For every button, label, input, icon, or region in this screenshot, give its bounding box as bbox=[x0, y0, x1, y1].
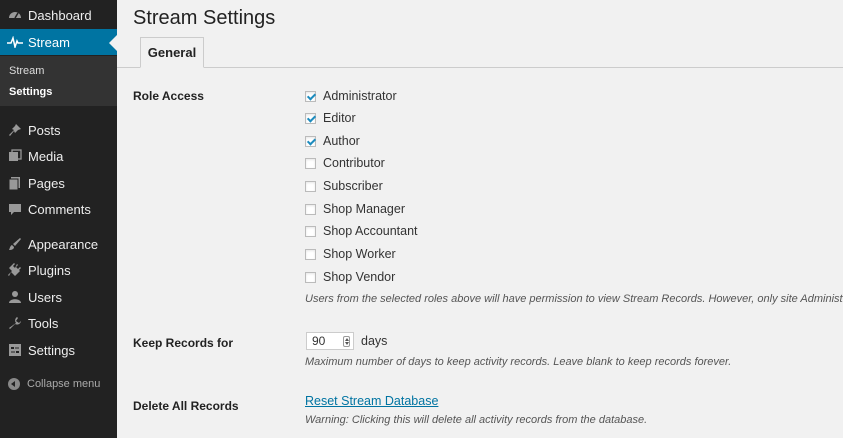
sidebar-item-appearance[interactable]: Appearance bbox=[0, 231, 117, 257]
sidebar-item-label: Plugins bbox=[28, 262, 71, 278]
delete-records-label: Delete All Records bbox=[133, 399, 239, 413]
submenu-item-stream[interactable]: Stream bbox=[9, 65, 44, 77]
sidebar-item-label: Pages bbox=[28, 175, 65, 191]
dashboard-icon bbox=[5, 5, 25, 25]
keep-records-label: Keep Records for bbox=[133, 336, 234, 350]
sidebar-item-comments[interactable]: Comments bbox=[0, 196, 117, 222]
role-checkbox-shop-vendor[interactable]: Shop Vendor bbox=[305, 268, 395, 286]
sidebar-item-posts[interactable]: Posts bbox=[0, 117, 117, 143]
role-label: Shop Vendor bbox=[323, 270, 396, 284]
plug-icon bbox=[5, 260, 25, 280]
role-label: Author bbox=[323, 134, 360, 148]
sidebar-item-label: Settings bbox=[28, 342, 75, 358]
pin-icon bbox=[5, 120, 25, 140]
role-label: Shop Manager bbox=[323, 202, 406, 216]
sidebar-item-label: Media bbox=[28, 148, 64, 164]
sidebar-item-settings[interactable]: Settings bbox=[0, 337, 117, 363]
checkbox-checked[interactable] bbox=[305, 112, 316, 124]
sidebar-item-media[interactable]: Media bbox=[0, 143, 117, 169]
sidebar-item-label: Users bbox=[28, 289, 62, 305]
role-checkbox-shop-worker[interactable]: Shop Worker bbox=[305, 245, 396, 263]
role-checkbox-author[interactable]: Author bbox=[305, 132, 360, 150]
sidebar-item-users[interactable]: Users bbox=[0, 284, 117, 310]
sidebar-item-dashboard[interactable]: Dashboard bbox=[0, 2, 117, 28]
sidebar-item-label: Comments bbox=[28, 201, 91, 217]
submenu-item-settings[interactable]: Settings bbox=[9, 86, 52, 98]
sidebar-item-label: Tools bbox=[28, 315, 59, 331]
role-label: Administrator bbox=[323, 89, 397, 103]
sidebar-item-label: Appearance bbox=[28, 236, 99, 252]
days-unit-label: days bbox=[361, 334, 388, 348]
stream-submenu: Stream Settings bbox=[0, 56, 117, 106]
pages-icon bbox=[5, 173, 25, 193]
collapse-menu-button[interactable]: Collapse menu bbox=[0, 374, 117, 394]
active-indicator bbox=[109, 35, 117, 51]
role-checkbox-shop-manager[interactable]: Shop Manager bbox=[305, 200, 405, 218]
admin-sidebar: Dashboard Stream Stream Settings Posts M… bbox=[0, 0, 117, 438]
role-label: Editor bbox=[323, 111, 356, 125]
checkbox-unchecked[interactable] bbox=[305, 157, 316, 169]
role-checkbox-shop-accountant[interactable]: Shop Accountant bbox=[305, 222, 418, 240]
sidebar-item-label: Dashboard bbox=[28, 7, 92, 23]
role-checkbox-administrator[interactable]: Administrator bbox=[305, 87, 397, 105]
spinner-arrows-icon[interactable] bbox=[343, 336, 350, 347]
keep-records-value: 90 bbox=[312, 334, 326, 348]
role-label: Subscriber bbox=[323, 179, 383, 193]
media-icon bbox=[5, 146, 25, 166]
tab-bar-divider bbox=[117, 67, 843, 68]
stream-pulse-icon bbox=[5, 32, 25, 52]
wrench-icon bbox=[5, 313, 25, 333]
role-checkbox-contributor[interactable]: Contributor bbox=[305, 154, 385, 172]
checkbox-unchecked[interactable] bbox=[305, 203, 316, 215]
collapse-arrow-icon bbox=[8, 378, 20, 390]
checkbox-checked[interactable] bbox=[305, 135, 316, 147]
sidebar-item-stream[interactable]: Stream bbox=[0, 29, 117, 55]
role-checkbox-subscriber[interactable]: Subscriber bbox=[305, 177, 383, 195]
checkbox-checked[interactable] bbox=[305, 90, 316, 102]
role-access-label: Role Access bbox=[133, 89, 204, 103]
role-access-description: Users from the selected roles above will… bbox=[305, 293, 843, 305]
sidebar-item-tools[interactable]: Tools bbox=[0, 310, 117, 336]
sidebar-item-label: Stream bbox=[28, 34, 70, 50]
checkbox-unchecked[interactable] bbox=[305, 248, 316, 260]
keep-records-input[interactable]: 90 bbox=[306, 332, 354, 350]
checkbox-unchecked[interactable] bbox=[305, 271, 316, 283]
tab-general[interactable]: General bbox=[140, 37, 204, 68]
role-label: Contributor bbox=[323, 156, 385, 170]
user-icon bbox=[5, 287, 25, 307]
settings-icon bbox=[5, 340, 25, 360]
brush-icon bbox=[5, 234, 25, 254]
sidebar-item-pages[interactable]: Pages bbox=[0, 170, 117, 196]
keep-records-description: Maximum number of days to keep activity … bbox=[305, 356, 732, 368]
delete-records-warning: Warning: Clicking this will delete all a… bbox=[305, 414, 648, 426]
comment-icon bbox=[5, 199, 25, 219]
checkbox-unchecked[interactable] bbox=[305, 225, 316, 237]
page-title: Stream Settings bbox=[133, 7, 276, 29]
role-label: Shop Accountant bbox=[323, 224, 418, 238]
checkbox-unchecked[interactable] bbox=[305, 180, 316, 192]
reset-stream-database-link[interactable]: Reset Stream Database bbox=[305, 394, 438, 408]
role-label: Shop Worker bbox=[323, 247, 396, 261]
sidebar-item-plugins[interactable]: Plugins bbox=[0, 257, 117, 283]
sidebar-item-label: Posts bbox=[28, 122, 61, 138]
collapse-menu-label: Collapse menu bbox=[27, 378, 101, 390]
role-checkbox-editor[interactable]: Editor bbox=[305, 109, 356, 127]
